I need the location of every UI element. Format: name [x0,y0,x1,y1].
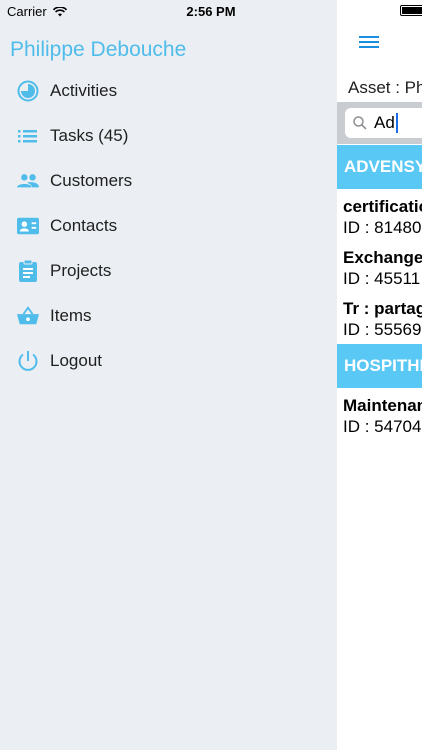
main-panel: Asset : Ph Ad ADVENSY certificatio ID : … [337,0,422,750]
contact-card-icon [17,215,39,237]
item-title: Maintenan [343,396,422,415]
search-input[interactable]: Ad [345,108,422,138]
menu-item-customers[interactable]: Customers [0,158,337,203]
status-bar: Carrier 2:56 PM [0,0,422,22]
search-bar: Ad [337,102,422,144]
list-item[interactable]: Tr : partag ID : 55569 [343,298,422,340]
section-header: HOSPITHE [337,344,422,388]
section-header: ADVENSY [337,145,422,189]
text-caret [395,113,398,133]
search-value: Ad [374,113,395,132]
menu-item-label: Items [50,305,92,325]
item-title: certificatio [343,197,422,216]
status-time: 2:56 PM [186,4,236,19]
side-menu: Philippe Debouche Activities Tasks (45) … [0,0,337,750]
basket-icon [17,305,39,327]
list-icon [17,125,39,147]
item-title: Tr : partag [343,299,422,318]
hamburger-menu-icon[interactable] [359,34,381,50]
menu-item-label: Activities [50,80,118,100]
item-id: ID : 54704 [343,417,422,436]
list-item[interactable]: certificatio ID : 81480 [343,196,422,238]
menu-item-items[interactable]: Items [0,293,337,338]
menu-item-label: Contacts [50,215,118,235]
list-item[interactable]: Exchange ID : 45511 [343,247,422,289]
menu-item-tasks[interactable]: Tasks (45) [0,113,337,158]
power-icon [17,350,39,372]
menu-item-label: Tasks (45) [50,125,129,145]
menu-item-label: Logout [50,350,102,370]
item-title: Exchange [343,248,422,267]
item-id: ID : 55569 [343,320,422,339]
menu-item-logout[interactable]: Logout [0,338,337,383]
search-icon [353,116,367,130]
menu-item-projects[interactable]: Projects [0,248,337,293]
menu-item-contacts[interactable]: Contacts [0,203,337,248]
list-item[interactable]: Maintenan ID : 54704 [343,395,422,437]
menu-item-label: Customers [50,170,133,190]
clock-icon [17,80,39,102]
clipboard-icon [17,259,39,282]
people-icon [17,170,39,192]
user-name: Philippe Debouche [10,38,187,61]
menu-list: Activities Tasks (45) Customers Contacts… [0,68,337,383]
menu-item-activities[interactable]: Activities [0,68,337,113]
asset-label: Asset : Ph [348,78,422,97]
battery-icon [400,5,422,16]
item-id: ID : 45511 [343,269,421,288]
item-id: ID : 81480 [343,218,422,237]
menu-item-label: Projects [50,260,112,280]
